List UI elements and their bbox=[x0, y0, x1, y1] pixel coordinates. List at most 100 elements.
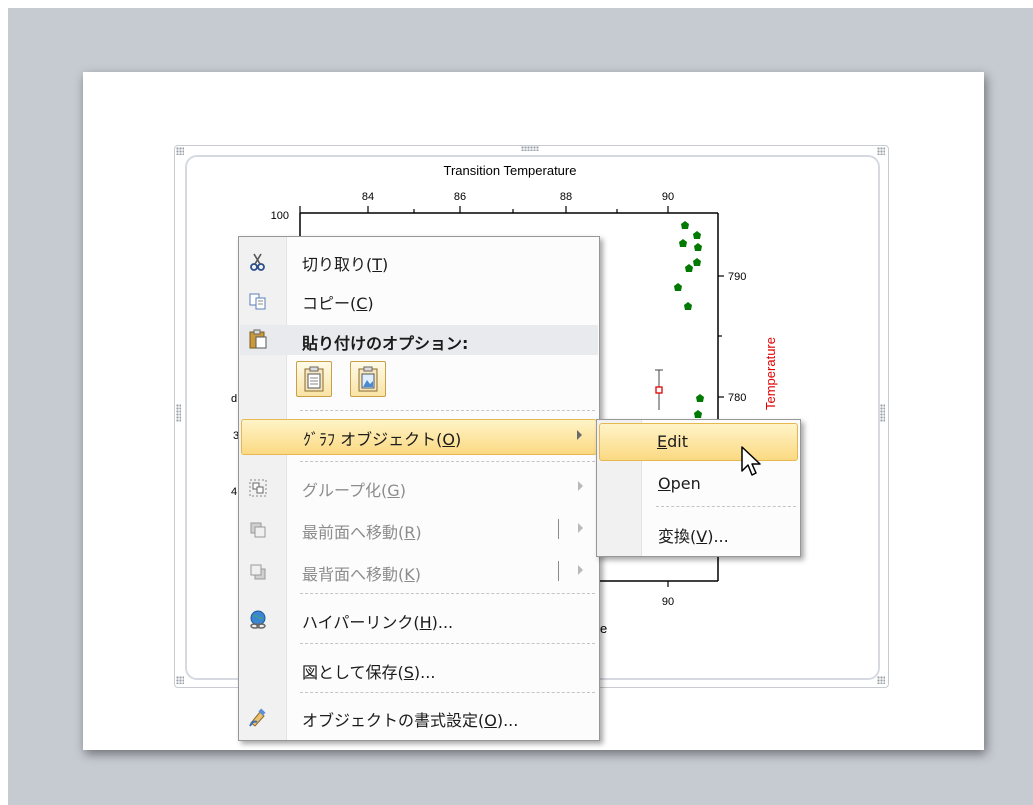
scatter-point bbox=[694, 243, 702, 251]
menu-item-graph-object[interactable]: ｸﾞﾗﾌ オブジェクト(O) bbox=[241, 419, 597, 455]
menu-item-cut[interactable]: 切り取り(T) bbox=[241, 245, 597, 278]
bring-to-front-icon bbox=[247, 519, 269, 541]
submenu-item-open[interactable]: Open bbox=[599, 468, 798, 501]
menu-separator bbox=[300, 593, 595, 594]
submenu-arrow-icon bbox=[578, 481, 583, 491]
left-tick-label: 100 bbox=[271, 210, 289, 222]
menu-label-end: ) bbox=[454, 430, 462, 449]
menu-label: dit bbox=[667, 432, 688, 451]
scatter-point bbox=[681, 221, 689, 229]
menu-label: 最背面へ移動( bbox=[302, 565, 405, 584]
graph-object-submenu: Edit Open 変換(V)... bbox=[596, 419, 801, 557]
paste-document-icon bbox=[304, 366, 324, 392]
split-divider bbox=[558, 561, 559, 581]
paste-keep-formatting-button[interactable] bbox=[296, 361, 332, 397]
menu-label: コピー( bbox=[302, 294, 357, 313]
scatter-point bbox=[696, 394, 704, 402]
menu-label: 切り取り( bbox=[302, 255, 373, 274]
menu-separator bbox=[300, 410, 595, 411]
paste-picture-icon bbox=[358, 366, 378, 392]
right-ticks bbox=[718, 275, 724, 398]
menu-item-hyperlink[interactable]: ハイパーリンク(H)... bbox=[241, 603, 597, 636]
menu-label: グループ化( bbox=[302, 481, 388, 500]
access-key: O bbox=[484, 711, 497, 730]
menu-item-save-as-picture[interactable]: 図として保存(S)... bbox=[241, 653, 597, 686]
menu-label: 最前面へ移動( bbox=[302, 523, 405, 542]
send-to-back-icon bbox=[247, 561, 269, 583]
menu-label-end: )... bbox=[413, 663, 436, 682]
scatter-point bbox=[684, 302, 692, 310]
split-divider bbox=[558, 519, 559, 539]
menu-label-end: ) bbox=[399, 481, 406, 500]
error-bar-point bbox=[655, 369, 663, 410]
copy-icon bbox=[247, 290, 269, 312]
left-label-fragment: d bbox=[231, 393, 237, 405]
paste-as-picture-button[interactable] bbox=[350, 361, 386, 397]
access-key: E bbox=[657, 432, 668, 451]
context-menu: 切り取り(T) コピー(C) 貼り付けのオプション: ｸﾞﾗﾌ オブジェクト(O… bbox=[238, 236, 600, 741]
access-key: H bbox=[419, 613, 432, 632]
chart-title: Transition Temperature bbox=[444, 163, 577, 178]
access-key: G bbox=[387, 481, 400, 500]
format-object-icon bbox=[247, 707, 269, 729]
left-label-fragment: 4 bbox=[231, 486, 237, 498]
menu-item-copy[interactable]: コピー(C) bbox=[241, 284, 597, 317]
menu-separator bbox=[300, 692, 595, 693]
access-key: R bbox=[404, 523, 416, 542]
paste-options-header: 貼り付けのオプション: bbox=[240, 325, 598, 355]
top-tick-label: 88 bbox=[560, 191, 572, 203]
menu-separator bbox=[656, 506, 796, 507]
right-tick-label: 780 bbox=[728, 392, 746, 404]
menu-label: 変換( bbox=[658, 527, 697, 546]
scatter-series bbox=[674, 221, 704, 418]
menu-label-end: ) bbox=[367, 294, 374, 313]
menu-item-format-object[interactable]: オブジェクトの書式設定(O)... bbox=[241, 701, 597, 734]
submenu-arrow-icon[interactable] bbox=[578, 565, 583, 575]
scatter-point bbox=[674, 283, 682, 291]
hyperlink-globe-icon bbox=[247, 609, 269, 631]
group-icon bbox=[247, 477, 269, 499]
menu-label: オブジェクトの書式設定( bbox=[302, 711, 485, 730]
access-key: T bbox=[372, 255, 383, 274]
right-axis-label: Temperature bbox=[763, 337, 778, 410]
submenu-item-convert[interactable]: 変換(V)... bbox=[599, 517, 798, 550]
menu-label-end: )... bbox=[431, 613, 454, 632]
menu-separator bbox=[300, 461, 595, 462]
access-key: O bbox=[442, 430, 455, 449]
scatter-point bbox=[685, 264, 693, 272]
menu-label-end: ) bbox=[382, 255, 389, 274]
access-key: V bbox=[696, 527, 708, 546]
scissors-icon bbox=[247, 251, 269, 273]
menu-label: ｸﾞﾗﾌ オブジェクト( bbox=[303, 430, 443, 449]
top-tick-label: 90 bbox=[662, 191, 674, 203]
menu-item-send-to-back[interactable]: 最背面へ移動(K) bbox=[241, 555, 597, 588]
clipboard-icon bbox=[248, 329, 268, 353]
right-tick-label: 790 bbox=[728, 271, 746, 283]
menu-label: ハイパーリンク( bbox=[302, 613, 420, 632]
paste-options-label: 貼り付けのオプション: bbox=[302, 334, 469, 353]
top-ticks bbox=[299, 206, 669, 213]
access-key: C bbox=[356, 294, 368, 313]
menu-label-end: )... bbox=[496, 711, 519, 730]
scatter-point bbox=[679, 239, 687, 247]
scatter-point bbox=[693, 231, 701, 239]
submenu-arrow-icon[interactable] bbox=[578, 523, 583, 533]
menu-label: 図として保存( bbox=[302, 663, 404, 682]
mouse-pointer-icon bbox=[741, 446, 761, 476]
access-key: K bbox=[404, 565, 415, 584]
menu-item-group[interactable]: グループ化(G) bbox=[241, 471, 597, 504]
submenu-item-edit[interactable]: Edit bbox=[599, 423, 798, 461]
bottom-tick-label: 90 bbox=[662, 596, 674, 608]
menu-separator bbox=[300, 643, 595, 644]
menu-item-bring-to-front[interactable]: 最前面へ移動(R) bbox=[241, 513, 597, 546]
menu-label-end: ) bbox=[414, 565, 421, 584]
submenu-arrow-icon bbox=[577, 430, 582, 440]
access-key: S bbox=[403, 663, 414, 682]
bottom-axis-label-fragment: e bbox=[600, 621, 607, 636]
top-tick-label: 84 bbox=[362, 191, 374, 203]
top-tick-label: 86 bbox=[454, 191, 466, 203]
menu-label-end: ) bbox=[415, 523, 422, 542]
menu-label-end: )... bbox=[707, 527, 729, 546]
scatter-point bbox=[694, 410, 702, 418]
menu-label: pen bbox=[670, 474, 701, 493]
